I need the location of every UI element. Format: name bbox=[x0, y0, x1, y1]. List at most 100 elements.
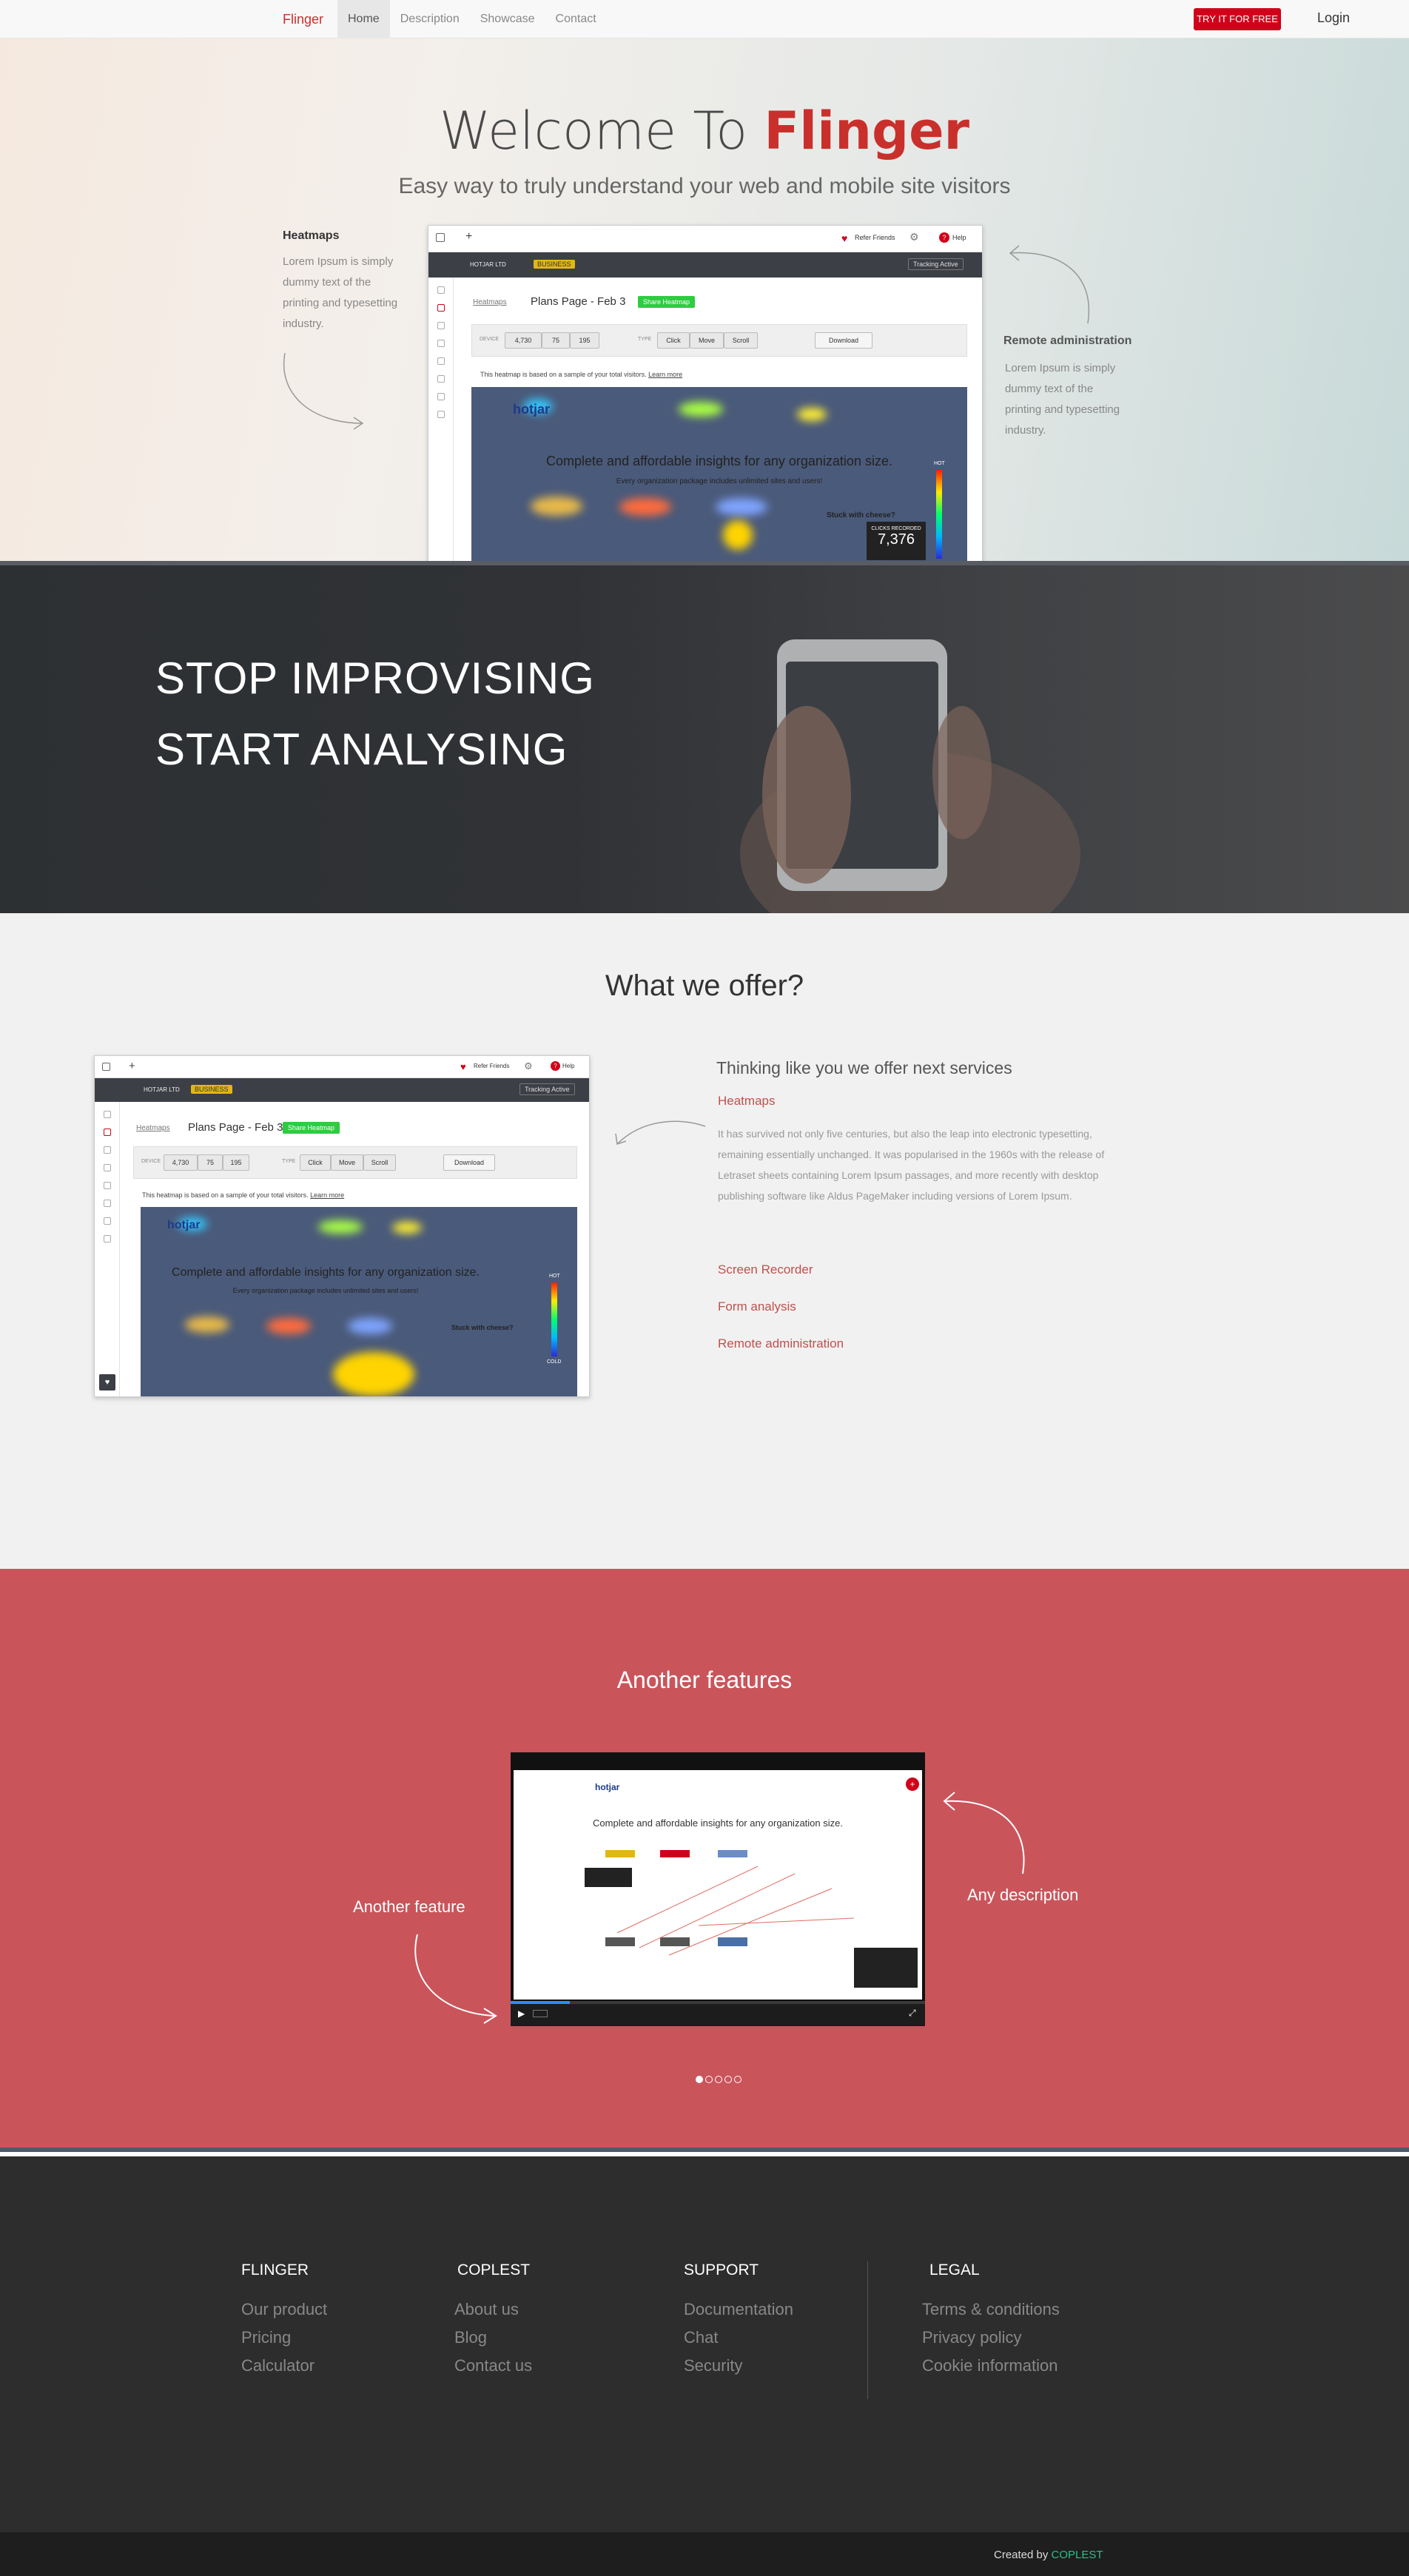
help-icon: ? bbox=[551, 1061, 560, 1071]
nav-links: Home Description Showcase Contact bbox=[337, 0, 607, 38]
footer-link-chat[interactable]: Chat bbox=[684, 2324, 793, 2352]
type-move: Move bbox=[331, 1154, 363, 1171]
tracking-status: Tracking Active bbox=[908, 258, 964, 270]
company-label: HOTJAR LTD bbox=[144, 1086, 180, 1093]
fullscreen-icon[interactable]: ⤢ bbox=[909, 2008, 916, 2019]
speed-button[interactable] bbox=[533, 2010, 548, 2017]
device-label: DEVICE bbox=[480, 337, 500, 342]
try-free-button[interactable]: TRY IT FOR FREE bbox=[1194, 8, 1281, 30]
hero-feature-right-text: Lorem Ipsum is simply dummy text of the … bbox=[1005, 362, 1120, 437]
type-scroll: Scroll bbox=[724, 332, 758, 349]
brand-logo[interactable]: Flinger bbox=[283, 0, 323, 38]
heat-legend bbox=[936, 470, 942, 559]
device-mobile-count: 195 bbox=[223, 1154, 249, 1171]
footer-column-support: SUPPORT Documentation Chat Security bbox=[684, 2261, 793, 2380]
hero-title-prefix: Welcome To bbox=[439, 101, 748, 161]
carousel-dot-5[interactable] bbox=[734, 2076, 742, 2083]
mock-filter-bar: DEVICE 4,730 75 195 TYPE Click Move Scro… bbox=[133, 1146, 577, 1179]
mock-header-dark: HOTJAR LTD BUSINESS Tracking Active bbox=[95, 1078, 589, 1102]
mock-toolbar: + ♥ Refer Friends ⚙ ? Help bbox=[95, 1056, 589, 1078]
footer-link-contact-us[interactable]: Contact us bbox=[454, 2352, 532, 2380]
footer-link-cookies[interactable]: Cookie information bbox=[922, 2352, 1060, 2380]
footer: FLINGER Our product Pricing Calculator C… bbox=[0, 2156, 1409, 2532]
slogan-banner: STOP IMPROVISING START ANALYSING bbox=[0, 561, 1409, 913]
carousel-dot-2[interactable] bbox=[705, 2076, 713, 2083]
video-controls: ▶ ⤢ bbox=[511, 2001, 925, 2026]
type-click: Click bbox=[657, 332, 690, 349]
carousel-dot-1[interactable] bbox=[696, 2076, 703, 2083]
footer-column-title: SUPPORT bbox=[684, 2261, 759, 2279]
nav-link-description[interactable]: Description bbox=[390, 0, 470, 38]
nav-link-home[interactable]: Home bbox=[337, 0, 390, 38]
footer-column-legal: LEGAL Terms & conditions Privacy policy … bbox=[922, 2261, 1060, 2380]
offer-heading: Thinking like you we offer next services bbox=[716, 1058, 1012, 1077]
footer-divider bbox=[867, 2261, 868, 2399]
nav-link-contact[interactable]: Contact bbox=[545, 0, 607, 38]
created-by-label: Created by bbox=[994, 2549, 1049, 2561]
chat-icon: ♥ bbox=[99, 1374, 115, 1390]
legend-hot-label: HOT bbox=[934, 461, 945, 466]
download-button: Download bbox=[443, 1154, 495, 1171]
footer-link-documentation[interactable]: Documentation bbox=[684, 2296, 793, 2324]
device-desktop-count: 4,730 bbox=[164, 1154, 198, 1171]
heatmap-logo: hotjar bbox=[167, 1219, 201, 1231]
curved-arrow-icon bbox=[414, 1934, 497, 2024]
mock-breadcrumb: Heatmaps bbox=[473, 298, 507, 306]
home-icon bbox=[102, 1063, 110, 1071]
hero-app-screenshot: + ♥ Refer Friends ⚙ ? Help HOTJAR LTD BU… bbox=[428, 225, 983, 561]
gear-icon: ⚙ bbox=[909, 231, 919, 243]
device-desktop-count: 4,730 bbox=[505, 332, 542, 349]
footer-link-blog[interactable]: Blog bbox=[454, 2324, 532, 2352]
offer-app-screenshot: + ♥ Refer Friends ⚙ ? Help HOTJAR LTD BU… bbox=[94, 1055, 590, 1397]
features-section: Another features Another feature Any des… bbox=[0, 1569, 1409, 2152]
clicks-recorded-box: CLICKS RECORDED 7,376 bbox=[867, 522, 926, 560]
mock-info-text: This heatmap is based on a sample of you… bbox=[480, 371, 683, 378]
offer-link-remote-administration[interactable]: Remote administration bbox=[718, 1336, 844, 1351]
footer-bottom-bar: Created by COPLEST bbox=[0, 2532, 1409, 2576]
help-icon: ? bbox=[939, 232, 949, 243]
footer-link-security[interactable]: Security bbox=[684, 2352, 793, 2380]
video-frame: hotjar + Complete and affordable insight… bbox=[514, 1770, 922, 2000]
refer-friends-label: Refer Friends bbox=[855, 234, 895, 241]
footer-link-about-us[interactable]: About us bbox=[454, 2296, 532, 2324]
device-tablet-count: 75 bbox=[542, 332, 570, 349]
gear-icon: ⚙ bbox=[524, 1060, 533, 1072]
curved-arrow-icon bbox=[1009, 245, 1090, 324]
carousel-dot-4[interactable] bbox=[724, 2076, 732, 2083]
share-heatmap-button: Share Heatmap bbox=[283, 1122, 340, 1134]
carousel-dot-3[interactable] bbox=[715, 2076, 722, 2083]
phone-in-hand-image bbox=[740, 639, 1080, 913]
plan-badge: BUSINESS bbox=[191, 1085, 232, 1094]
offer-link-screen-recorder[interactable]: Screen Recorder bbox=[718, 1262, 813, 1277]
hero-section: Welcome To Flinger Easy way to truly und… bbox=[0, 38, 1409, 561]
coplest-link[interactable]: COPLEST bbox=[1052, 2549, 1103, 2561]
type-move: Move bbox=[690, 332, 724, 349]
nav-link-showcase[interactable]: Showcase bbox=[470, 0, 545, 38]
footer-link-terms[interactable]: Terms & conditions bbox=[922, 2296, 1060, 2324]
footer-column-title: COPLEST bbox=[457, 2261, 531, 2279]
heatmap-heading: Complete and affordable insights for any… bbox=[546, 454, 892, 468]
footer-link-our-product[interactable]: Our product bbox=[241, 2296, 327, 2324]
footer-link-calculator[interactable]: Calculator bbox=[241, 2352, 327, 2380]
type-label: TYPE bbox=[638, 337, 652, 342]
carousel-indicators bbox=[696, 2076, 742, 2083]
feature-left-label: Another feature bbox=[353, 1897, 465, 1916]
curved-arrow-icon bbox=[283, 352, 364, 430]
footer-link-privacy[interactable]: Privacy policy bbox=[922, 2324, 1060, 2352]
login-link[interactable]: Login bbox=[1317, 0, 1350, 36]
slogan-line-2: START ANALYSING bbox=[155, 724, 568, 774]
hero-title: Welcome To Flinger bbox=[0, 101, 1409, 161]
heatmap-subheading: Every organization package includes unli… bbox=[616, 477, 823, 485]
device-mobile-count: 195 bbox=[570, 332, 599, 349]
type-click: Click bbox=[300, 1154, 331, 1171]
features-title: Another features bbox=[616, 1667, 793, 1693]
feature-video-player[interactable]: hotjar + Complete and affordable insight… bbox=[511, 1752, 925, 2026]
heatmap-logo: hotjar bbox=[513, 402, 551, 417]
footer-column-flinger: FLINGER Our product Pricing Calculator bbox=[241, 2261, 327, 2380]
offer-link-heatmaps[interactable]: Heatmaps bbox=[718, 1094, 775, 1109]
help-label: Help bbox=[952, 234, 966, 241]
offer-link-form-analysis[interactable]: Form analysis bbox=[718, 1299, 796, 1314]
play-icon[interactable]: ▶ bbox=[518, 2008, 525, 2019]
footer-link-pricing[interactable]: Pricing bbox=[241, 2324, 327, 2352]
heart-icon: ♥ bbox=[460, 1061, 466, 1072]
